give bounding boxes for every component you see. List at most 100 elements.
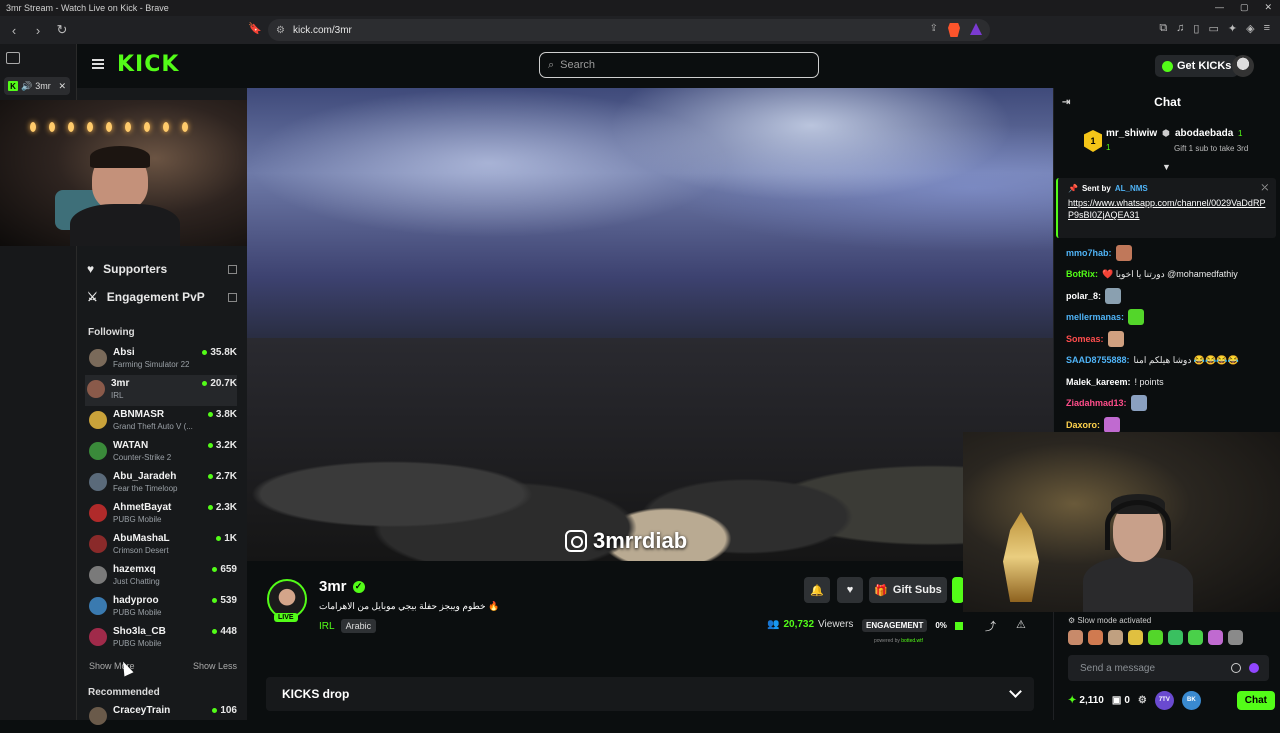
kick-logo[interactable]: KICK (117, 52, 179, 77)
collapse-chat-icon[interactable]: ⇥ (1062, 97, 1070, 108)
viewer-count-value: 1K (224, 533, 237, 544)
chat-username[interactable]: Someas: (1066, 334, 1104, 344)
following-channel-row[interactable]: WATAN Counter-Strike 2 3.2K (87, 437, 237, 468)
close-tab-icon[interactable]: ✕ (58, 81, 66, 92)
share-page-icon[interactable]: ⇪ (930, 23, 938, 37)
chat-username[interactable]: polar_8: (1066, 291, 1101, 301)
channel-game: Farming Simulator 22 (113, 360, 190, 369)
7tv-badge[interactable]: 7TV (1154, 690, 1174, 710)
emote-icon[interactable] (1208, 630, 1223, 645)
wallet-icon[interactable]: ▭ (1208, 22, 1218, 35)
channel-name[interactable]: 3mr (319, 578, 347, 595)
search-input[interactable]: ⌕ Search (539, 52, 819, 78)
gifter-name[interactable]: abodaebada (1175, 128, 1233, 139)
gifter-name[interactable]: mr_shiwiw (1106, 128, 1157, 139)
following-channel-row[interactable]: hadyproo PUBG Mobile 539 (87, 592, 237, 623)
emote-icon[interactable] (1228, 630, 1243, 645)
minimize-icon[interactable]: — (1215, 2, 1224, 13)
following-channel-row[interactable]: Absi Farming Simulator 22 35.8K (87, 344, 237, 375)
bookmark-icon[interactable]: 🔖 (248, 22, 262, 35)
powered-by-brand[interactable]: botted.wtf (901, 638, 923, 644)
kicks-drop-panel[interactable]: KICKS drop (266, 677, 1034, 711)
sidebar-toggle-icon[interactable]: ▯ (1193, 22, 1199, 35)
forward-icon[interactable]: › (28, 20, 48, 40)
site-info-icon[interactable]: ⚙ (276, 25, 285, 36)
chat-username[interactable]: mellermanas: (1066, 312, 1124, 322)
pinned-link[interactable]: https://www.whatsapp.com/channel/0029VaD… (1068, 197, 1268, 221)
channel-name: hazemxq (113, 564, 156, 575)
channel-game: Crimson Desert (113, 546, 169, 555)
following-channel-row[interactable]: AhmetBayat PUBG Mobile 2.3K (87, 499, 237, 530)
viewer-count-value: 3.8K (215, 409, 237, 420)
follow-heart-button[interactable]: ♥ (837, 577, 863, 603)
emote-icon[interactable] (1168, 630, 1183, 645)
emote-icon[interactable] (1108, 630, 1123, 645)
following-channel-row[interactable]: Sho3la_CB PUBG Mobile 448 (87, 623, 237, 654)
video-player[interactable]: 3mrrdiab (247, 88, 1053, 561)
chevron-down-icon[interactable] (1009, 685, 1022, 698)
viewer-count: 3.2K (207, 440, 237, 451)
vpn-icon[interactable]: ◈ (1246, 22, 1254, 35)
chat-username[interactable]: SAAD8755888: (1066, 355, 1130, 365)
close-window-icon[interactable]: ✕ (1264, 2, 1272, 13)
kick-emote-icon[interactable] (1249, 663, 1259, 673)
engagement-widget: ENGAGEMENT 0% (862, 619, 963, 632)
gift-subs-label: Gift Subs (892, 584, 942, 596)
maximize-icon[interactable]: ▢ (1240, 2, 1249, 13)
chat-username[interactable]: Malek_kareem: (1066, 377, 1131, 387)
reload-icon[interactable]: ↻ (52, 20, 72, 40)
send-chat-button[interactable]: Chat (1236, 690, 1275, 710)
emote-icon[interactable] (1128, 630, 1143, 645)
emoji-icon[interactable] (1231, 663, 1241, 673)
language-tag[interactable]: Arabic (340, 619, 377, 633)
unpin-icon[interactable]: ⤫ (1262, 183, 1268, 193)
recommended-channel-row[interactable]: CraceyTrain 106 (87, 702, 237, 733)
chat-settings-icon[interactable]: ⚙ (1138, 695, 1147, 706)
gift-prompt[interactable]: Gift 1 sub to take 3rd (1174, 144, 1248, 153)
sidebar-item-label: Supporters (103, 262, 168, 276)
speaker-icon[interactable]: 🔊 (21, 81, 32, 92)
leo-ai-icon[interactable]: ✦ (1228, 22, 1237, 35)
gift-subs-button[interactable]: 🎁 Gift Subs (869, 577, 947, 603)
chat-username[interactable]: mmo7hab: (1066, 248, 1112, 258)
sidebar-item-supporters[interactable]: ♥ Supporters (87, 262, 237, 276)
media-icon[interactable]: ♫ (1176, 22, 1184, 35)
share-icon[interactable]: ⤴ (985, 618, 996, 634)
channel-points[interactable]: ✦ 2,110 (1068, 695, 1104, 706)
url-text[interactable]: kick.com/3mr (293, 25, 352, 36)
user-avatar[interactable] (1232, 55, 1254, 77)
emote-icon[interactable] (1148, 630, 1163, 645)
brave-rewards-icon[interactable] (970, 23, 982, 35)
following-channel-row[interactable]: ABNMASR Grand Theft Auto V (... 3.8K (87, 406, 237, 437)
tab-3mr[interactable]: K 🔊 3mr ✕ (4, 77, 70, 95)
hamburger-menu-icon[interactable] (92, 59, 104, 69)
following-channel-row[interactable]: Abu_Jaradeh Fear the Timeloop 2.7K (87, 468, 237, 499)
emote-icon[interactable] (1068, 630, 1083, 645)
get-kicks-button[interactable]: Get KICKs (1155, 55, 1239, 77)
chat-input[interactable]: Send a message (1068, 655, 1269, 681)
show-less-button[interactable]: Show Less (193, 661, 237, 671)
chat-username[interactable]: Daxoro: (1066, 420, 1100, 430)
bk-badge[interactable]: BK (1181, 690, 1201, 710)
following-channel-row[interactable]: AbuMashaL Crimson Desert 1K (87, 530, 237, 561)
chat-panel: ⇥ Chat 1 mr_shiwiw 1 ⬢ abodaebada 1 Gift… (1053, 88, 1280, 720)
notification-bell-button[interactable]: 🔔 (804, 577, 830, 603)
category-link[interactable]: IRL (319, 621, 335, 632)
chat-username[interactable]: Ziadahmad13: (1066, 398, 1127, 408)
following-channel-row[interactable]: 3mr IRL 20.7K (85, 375, 237, 406)
report-warning-icon[interactable]: ⚠ (1016, 618, 1026, 631)
inventory-counter[interactable]: ▣ 0 (1112, 695, 1130, 706)
address-bar[interactable]: ⚙ kick.com/3mr ⇪ (268, 19, 990, 41)
expand-gifters-icon[interactable]: ▼ (1162, 162, 1171, 172)
sidebar-item-engagement-pvp[interactable]: ⚔ Engagement PvP (87, 290, 237, 304)
menu-icon[interactable]: ≡ (1264, 22, 1270, 35)
emote-icon[interactable] (1188, 630, 1203, 645)
emote-icon[interactable] (1088, 630, 1103, 645)
tab-panel-icon[interactable] (6, 52, 20, 64)
back-icon[interactable]: ‹ (4, 20, 24, 40)
following-channel-row[interactable]: hazemxq Just Chatting 659 (87, 561, 237, 592)
brave-shields-icon[interactable] (948, 23, 960, 37)
chat-username[interactable]: BotRix: (1066, 269, 1098, 279)
extensions-icon[interactable]: ⧉ (1159, 22, 1167, 35)
pinned-sender[interactable]: AL_NMS (1115, 184, 1148, 193)
